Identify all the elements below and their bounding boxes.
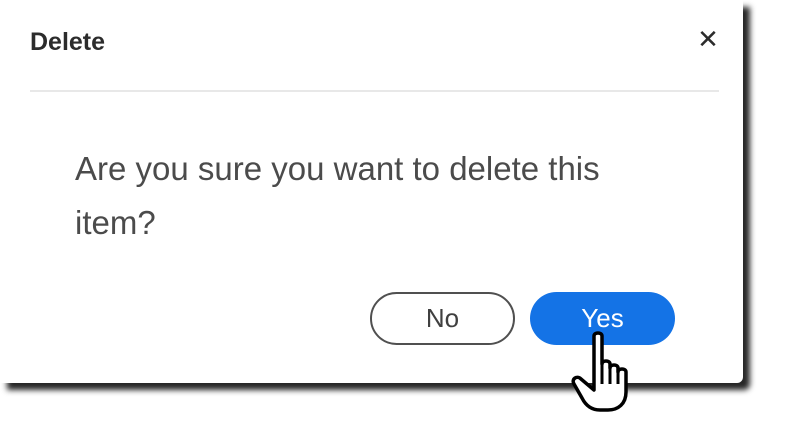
stage: Delete ✕ Are you sure you want to delete… <box>0 0 788 429</box>
close-icon[interactable]: ✕ <box>693 24 723 54</box>
divider <box>30 90 719 92</box>
no-button[interactable]: No <box>370 292 515 345</box>
hand-pointer-icon <box>571 331 628 412</box>
dialog-message: Are you sure you want to delete this ite… <box>75 150 600 241</box>
dialog-title: Delete <box>30 28 106 56</box>
delete-dialog: Delete ✕ Are you sure you want to delete… <box>0 0 743 383</box>
